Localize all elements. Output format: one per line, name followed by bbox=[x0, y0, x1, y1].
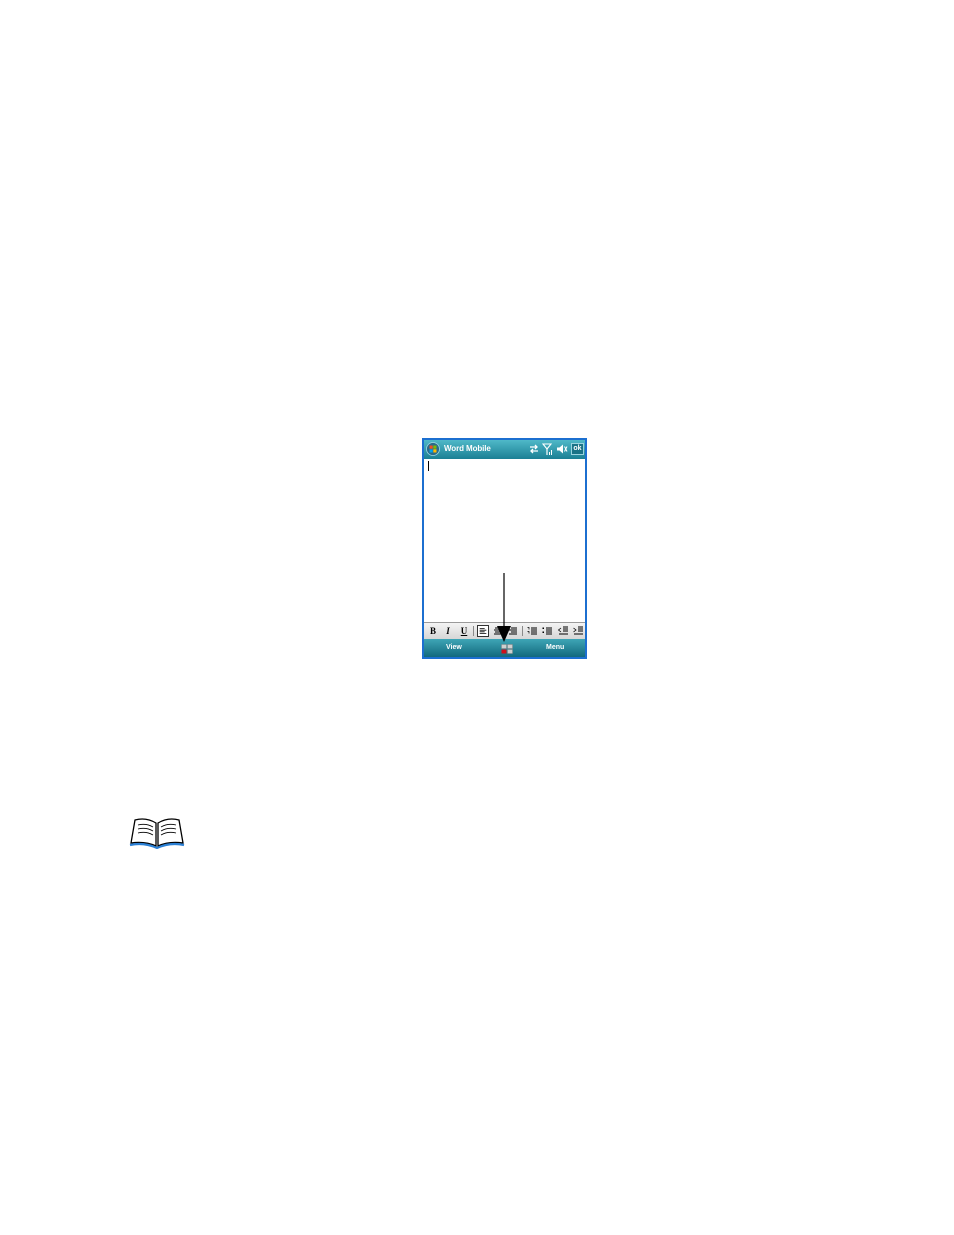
document-area[interactable] bbox=[424, 459, 585, 622]
numbered-list-icon[interactable] bbox=[526, 625, 538, 637]
windows-start-icon[interactable] bbox=[426, 442, 440, 456]
softkey-bar: View Menu bbox=[424, 639, 585, 657]
ok-button[interactable]: ok bbox=[571, 443, 584, 455]
bold-button[interactable]: B bbox=[427, 625, 439, 637]
align-right-icon[interactable] bbox=[507, 625, 519, 637]
signal-icon[interactable] bbox=[542, 443, 553, 455]
title-bar: Word Mobile ok bbox=[424, 440, 585, 459]
decrease-indent-icon[interactable] bbox=[557, 625, 569, 637]
bulleted-list-icon[interactable] bbox=[541, 625, 553, 637]
menu-softkey[interactable]: Menu bbox=[546, 644, 564, 651]
format-toolbar: B I U bbox=[424, 622, 585, 639]
underline-button[interactable]: U bbox=[458, 625, 470, 637]
window-title: Word Mobile bbox=[444, 444, 491, 453]
connectivity-icon[interactable] bbox=[528, 443, 540, 455]
open-book-icon bbox=[129, 818, 185, 849]
device-screen: Word Mobile ok B I U View Menu bbox=[422, 438, 587, 659]
toolbar-divider bbox=[522, 626, 523, 636]
speaker-muted-icon[interactable] bbox=[556, 443, 568, 455]
text-caret bbox=[428, 461, 429, 471]
align-center-icon[interactable] bbox=[492, 625, 504, 637]
input-panel-icon[interactable] bbox=[501, 644, 513, 654]
view-softkey[interactable]: View bbox=[446, 644, 462, 651]
align-left-icon[interactable] bbox=[477, 625, 489, 637]
toolbar-divider bbox=[473, 626, 474, 636]
italic-button[interactable]: I bbox=[442, 625, 454, 637]
increase-indent-icon[interactable] bbox=[572, 625, 584, 637]
